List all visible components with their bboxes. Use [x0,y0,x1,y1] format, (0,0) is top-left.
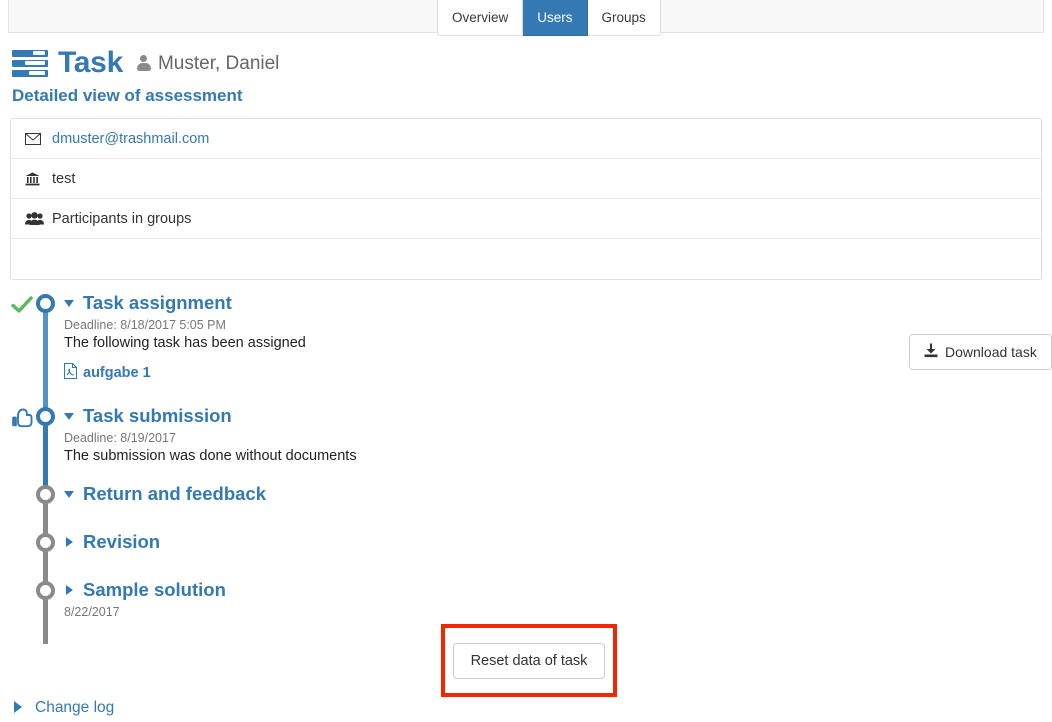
timeline-item-return-feedback: Return and feedback [64,484,266,504]
timeline-body: The following task has been assigned [64,335,306,351]
check-icon [10,293,34,317]
timeline-title-text: Sample solution [83,580,226,600]
page-root: Overview Users Groups Task Muster, Danie… [0,0,1052,722]
timeline-title-text: Revision [83,532,160,552]
timeline-title-text: Return and feedback [83,484,266,504]
caret-down-icon[interactable] [64,491,74,498]
timeline-title-revision[interactable]: Revision [64,532,160,552]
institution-icon [25,172,45,186]
timeline-item-revision: Revision [64,532,160,552]
timeline-title-return-feedback[interactable]: Return and feedback [64,484,266,504]
change-log-label: Change log [35,699,114,717]
attachment-name: aufgabe 1 [83,365,151,381]
info-row-email: dmuster@trashmail.com [11,119,1041,159]
hand-point-up-icon [10,406,34,430]
pdf-file-icon [64,363,77,383]
timeline-title-sample-solution[interactable]: Sample solution [64,580,226,600]
caret-right-icon[interactable] [66,585,73,595]
timeline-title-text: Task submission [83,406,232,426]
reset-highlight-box: Reset data of task [441,624,617,697]
timeline-item-sample-solution: Sample solution 8/22/2017 [64,580,226,619]
download-icon [924,343,938,361]
users-group-icon [25,212,45,225]
info-row-empty [11,239,1041,279]
caret-down-icon[interactable] [64,300,74,307]
email-link[interactable]: dmuster@trashmail.com [52,131,209,147]
timeline-node-4 [36,533,55,552]
tab-users[interactable]: Users [523,0,587,36]
header-user: Muster, Daniel [137,54,279,73]
caret-right-icon[interactable] [14,701,22,713]
participants-label: Participants in groups [52,211,191,227]
tab-groups[interactable]: Groups [588,0,661,36]
tab-bar: Overview Users Groups [437,0,661,36]
timeline-title-text: Task assignment [83,293,232,313]
envelope-icon [25,133,45,145]
user-icon [137,55,151,72]
info-row-participants: Participants in groups [11,199,1041,239]
page-subtitle: Detailed view of assessment [12,86,243,106]
timeline-title-task-submission[interactable]: Task submission [64,406,357,426]
page-header: Task Muster, Daniel [12,44,279,82]
info-row-institution: test [11,159,1041,199]
header-user-name: Muster, Daniel [158,54,279,73]
attachment-link-aufgabe-1[interactable]: aufgabe 1 [64,363,151,383]
download-task-label: Download task [945,344,1037,360]
timeline-deadline: Deadline: 8/18/2017 5:05 PM [64,318,306,332]
download-task-button[interactable]: Download task [909,334,1052,370]
tab-overview[interactable]: Overview [437,0,523,36]
timeline-node-1 [36,294,55,313]
timeline-item-task-submission: Task submission Deadline: 8/19/2017 The … [64,406,357,464]
change-log-toggle[interactable]: Change log [12,699,114,717]
timeline-node-2 [36,407,55,426]
reset-data-of-task-button[interactable]: Reset data of task [453,643,606,679]
timeline-connector-1 [43,306,48,411]
timeline-item-task-assignment: Task assignment Deadline: 8/18/2017 5:05… [64,293,306,384]
timeline-node-5 [36,581,55,600]
timeline-deadline: Deadline: 8/19/2017 [64,431,357,445]
tasks-icon [12,50,48,77]
institution-name: test [52,171,75,187]
caret-down-icon[interactable] [64,413,74,420]
page-title: Task [58,48,123,78]
info-panel: dmuster@trashmail.com test Participants … [10,118,1042,280]
timeline-title-task-assignment[interactable]: Task assignment [64,293,306,313]
timeline-body: The submission was done without document… [64,448,357,464]
timeline-date: 8/22/2017 [64,605,226,619]
timeline-node-3 [36,485,55,504]
caret-right-icon[interactable] [66,537,73,547]
